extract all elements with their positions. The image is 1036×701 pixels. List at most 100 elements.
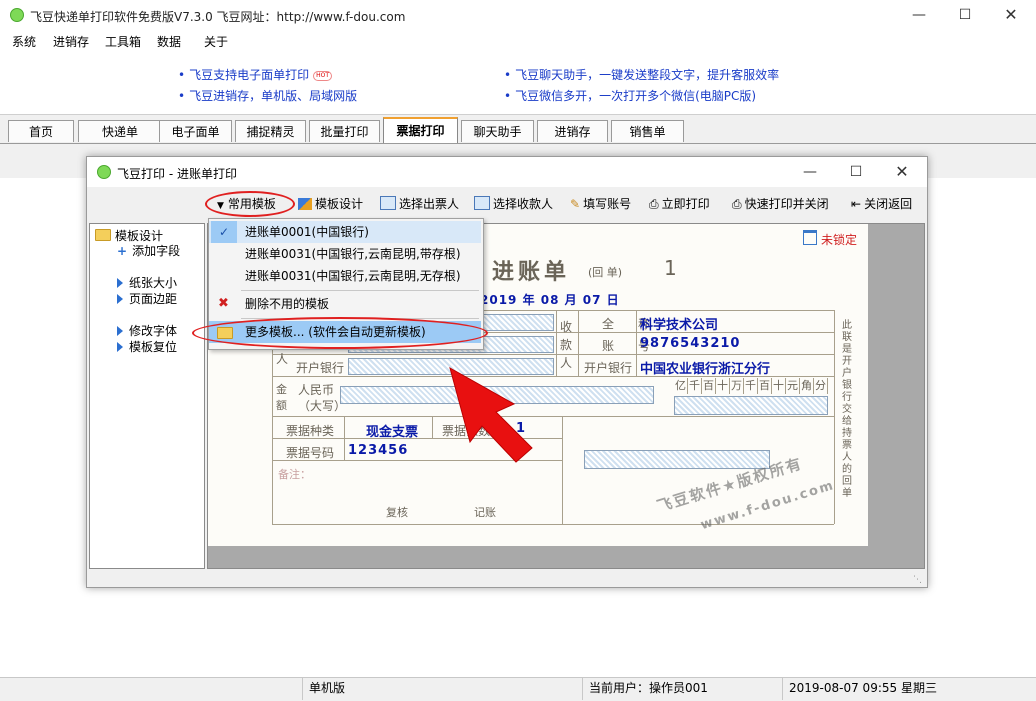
dialog-minimize-icon[interactable]: — — [787, 157, 833, 187]
lock-label: 未锁定 — [821, 233, 858, 247]
voucher-copy-no: 1 — [664, 256, 677, 280]
delete-unused-templates[interactable]: ✖ 删除不用的模板 — [209, 293, 481, 315]
tree-item-label: 页面边距 — [129, 292, 178, 306]
minimize-icon[interactable]: — — [896, 0, 942, 30]
design-tree: 模板设计 + 添加字段 纸张大小 页面边距 修改字体 模板复位 — [89, 223, 205, 569]
voucher-date: 2019 年 08 月 07 日 — [480, 291, 620, 308]
amount-digits-field[interactable] — [674, 396, 828, 415]
ticket-type-value: 现金支票 — [366, 425, 419, 440]
app-logo-icon — [10, 8, 24, 22]
tree-item-font[interactable]: 修改字体 — [117, 322, 177, 339]
digit-header-cell: 百 — [759, 378, 772, 394]
payer-tail-label: 人 — [276, 352, 289, 366]
tab-ewaybill[interactable]: 电子面单 — [159, 120, 232, 142]
menu-data[interactable]: 数据 — [157, 33, 181, 50]
tree-root-label: 模板设计 — [115, 229, 164, 243]
dialog-title-bar: 飞豆打印 - 进账单打印 — ☐ ✕ — [87, 157, 927, 187]
card-icon — [474, 196, 490, 210]
side-note: 此联是开户银行交给持票人的回单 — [842, 320, 852, 499]
toolbar-label: 关闭返回 — [864, 197, 913, 211]
ad-link-wechat[interactable]: • 飞豆微信多开，一次打开多个微信(电脑PC版) — [504, 87, 756, 104]
record-label: 记账 — [474, 506, 496, 519]
menu-system[interactable]: 系统 — [12, 33, 36, 50]
template-item-0001[interactable]: ✓ 进账单0001(中国银行) — [209, 221, 481, 243]
menu-bar: 系统 进销存 工具箱 数据 关于 — [0, 30, 1036, 52]
payee-char: 人 — [560, 356, 573, 370]
tree-item-add-field[interactable]: + 添加字段 — [117, 242, 180, 259]
template-item-0031-nostub[interactable]: 进账单0031(中国银行,云南昆明,无存根) — [209, 265, 481, 287]
folder-icon — [95, 229, 111, 241]
tab-ticket-print[interactable]: 票据打印 — [383, 117, 458, 143]
frame-line — [344, 416, 345, 460]
frame-line — [562, 416, 563, 524]
select-payee-button[interactable]: 选择收款人 — [474, 195, 553, 212]
amount-char: 金 — [276, 383, 287, 396]
toolbar-label: 选择收款人 — [493, 197, 554, 211]
tab-sales[interactable]: 销售单 — [611, 120, 684, 142]
design-icon — [298, 198, 312, 210]
quick-print-close-button[interactable]: ⎙ 快速打印并关闭 — [732, 195, 829, 212]
menu-toolbox[interactable]: 工具箱 — [105, 33, 141, 50]
frame-line — [272, 524, 834, 525]
frame-line — [432, 416, 433, 438]
rmb-label-line: 人民币 — [298, 383, 335, 397]
frame-line — [272, 416, 834, 417]
status-mode: 单机版 — [302, 677, 582, 700]
dialog-close-icon[interactable]: ✕ — [879, 157, 925, 187]
annotation-ellipse-common — [205, 191, 295, 217]
remark-label: 备注： — [278, 468, 311, 481]
digit-header-cell: 千 — [745, 378, 758, 394]
lock-status[interactable]: 未锁定 — [803, 230, 857, 248]
fill-account-button[interactable]: ✎ 填写账号 — [570, 195, 631, 212]
ad-text: 飞豆支持电子面单打印 — [189, 68, 310, 82]
template-design-button[interactable]: 模板设计 — [298, 195, 363, 212]
amount-char: 额 — [276, 399, 287, 412]
triangle-icon — [117, 294, 123, 304]
resize-grip-icon[interactable]: ⋱ — [913, 575, 922, 585]
ad-link-chat[interactable]: • 飞豆聊天助手，一键发送整段文字，提升客服效率 — [504, 66, 779, 83]
tab-inventory[interactable]: 进销存 — [537, 120, 608, 142]
remark-field[interactable] — [584, 450, 770, 469]
calendar-icon — [803, 230, 817, 245]
select-drawer-button[interactable]: 选择出票人 — [380, 195, 459, 212]
ad-text: 飞豆微信多开，一次打开多个微信(电脑PC版) — [515, 89, 757, 103]
tab-batch[interactable]: 批量打印 — [309, 120, 380, 142]
template-item-0031-stub[interactable]: 进账单0031(中国银行,云南昆明,带存根) — [209, 243, 481, 265]
digit-header-cell: 十 — [717, 378, 730, 394]
triangle-icon — [117, 278, 123, 288]
hot-badge: HOT — [313, 70, 332, 81]
tab-capture[interactable]: 捕捉精灵 — [235, 120, 306, 142]
dialog-title: 飞豆打印 - 进账单打印 — [117, 167, 237, 181]
digit-header-cell: 分 — [815, 378, 828, 394]
digit-header-cell: 十 — [773, 378, 786, 394]
menu-about[interactable]: 关于 — [204, 33, 228, 50]
ad-link-inventory[interactable]: • 飞豆进销存，单机版、局域网版 — [178, 87, 357, 104]
voucher-title: 进账单 — [492, 260, 571, 285]
close-return-button[interactable]: ⇤ 关闭返回 — [851, 195, 912, 212]
menu-inventory[interactable]: 进销存 — [53, 33, 89, 50]
tree-item-label: 修改字体 — [129, 324, 178, 338]
toolbar-label: 模板设计 — [315, 197, 364, 211]
tree-item-reset[interactable]: 模板复位 — [117, 338, 177, 355]
toolbar-label: 快速打印并关闭 — [744, 197, 829, 211]
dialog-maximize-icon[interactable]: ☐ — [833, 157, 879, 187]
print-now-button[interactable]: ⎙ 立即打印 — [649, 195, 710, 212]
maximize-icon[interactable]: ☐ — [942, 0, 988, 30]
tree-item-margins[interactable]: 页面边距 — [117, 290, 177, 307]
card-icon — [380, 196, 396, 210]
ad-text: 飞豆进销存，单机版、局域网版 — [189, 89, 358, 103]
pencil-icon: ✎ — [570, 197, 581, 211]
close-icon[interactable]: ✕ — [988, 0, 1034, 30]
window-title: 飞豆快递单打印软件免费版V7.3.0 飞豆网址：http://www.f-dou… — [30, 10, 406, 24]
tab-chat[interactable]: 聊天助手 — [461, 120, 534, 142]
printer-icon: ⎙ — [649, 197, 659, 211]
payee-vertical-label: 收款人 — [560, 318, 574, 372]
tree-item-paper-size[interactable]: 纸张大小 — [117, 274, 177, 291]
toolbar-label: 填写账号 — [583, 197, 632, 211]
digit-header-cell: 元 — [787, 378, 800, 394]
ad-link-ewaybill[interactable]: • 飞豆支持电子面单打印 HOT — [178, 66, 332, 83]
tab-home[interactable]: 首页 — [8, 120, 74, 142]
rmb-label-line: （大写） — [298, 399, 347, 413]
amount-label: 金额 — [276, 382, 290, 414]
tab-express[interactable]: 快递单 — [78, 120, 162, 142]
